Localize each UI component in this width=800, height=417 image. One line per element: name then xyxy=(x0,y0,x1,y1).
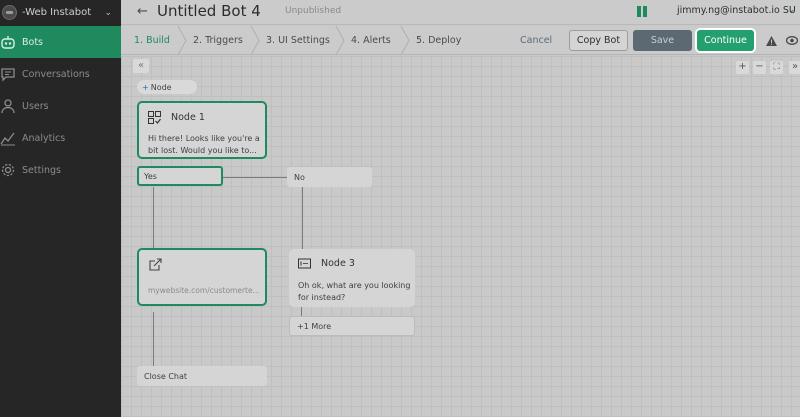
continue-button[interactable]: Continue xyxy=(697,30,754,51)
expand-panel-button[interactable]: » xyxy=(789,61,800,74)
close-chat-node[interactable]: Close Chat xyxy=(137,366,267,386)
add-node-label: Node xyxy=(150,82,172,92)
save-button[interactable]: Save xyxy=(633,30,692,51)
sidebar-item-bots[interactable]: Bots xyxy=(0,26,121,58)
add-node-button[interactable]: + Node xyxy=(137,80,197,94)
collapse-panel-button[interactable]: « xyxy=(133,59,149,73)
node-message-line: bit lost. Would you like to... xyxy=(148,146,257,155)
option-no[interactable]: No xyxy=(287,167,372,187)
step-separator-icon xyxy=(250,26,260,55)
node-header: Node 1 xyxy=(148,111,205,124)
user-menu[interactable]: jimmy.ng@instabot.io SU xyxy=(677,5,796,16)
page-title: Untitled Bot 4 xyxy=(157,2,261,20)
plus-icon: + xyxy=(142,82,149,92)
option-yes[interactable]: Yes xyxy=(137,166,223,186)
chat-icon xyxy=(0,65,17,83)
status-label: Unpublished xyxy=(285,6,342,16)
top-bar: ← Untitled Bot 4 Unpublished jimmy.ng@in… xyxy=(121,0,800,25)
sidebar-item-label: Bots xyxy=(22,36,44,48)
node-message: Oh ok, what are you looking for instead? xyxy=(298,280,410,304)
link-node[interactable]: mywebsite.com/customerte... xyxy=(137,248,267,306)
sidebar-item-label: Conversations xyxy=(22,68,90,80)
gear-icon xyxy=(0,161,17,179)
step-separator-icon xyxy=(335,26,345,55)
chevron-down-icon[interactable]: ⌄ xyxy=(788,5,796,15)
node-message-line: Hi there! Looks like you're a xyxy=(148,134,260,143)
workspace-name: -Web Instabot xyxy=(22,7,92,18)
steps-bar: 1. Build 2. Triggers 3. UI Settings 4. A… xyxy=(121,26,800,55)
warning-icon[interactable] xyxy=(766,36,777,46)
quick-reply-icon xyxy=(148,111,161,124)
flow-canvas[interactable]: « + Node + − ⛶ » Node 1 Hi there! Looks … xyxy=(121,56,800,417)
link-url: mywebsite.com/customerte... xyxy=(148,286,260,295)
workspace-logo-icon xyxy=(2,5,17,20)
text-input-icon xyxy=(298,258,311,269)
step-separator-icon xyxy=(177,26,187,55)
eye-icon[interactable] xyxy=(786,35,798,46)
sidebar-item-label: Users xyxy=(22,100,49,112)
book-icon[interactable] xyxy=(637,6,647,17)
fit-view-button[interactable]: ⛶ xyxy=(770,61,783,74)
connector-line xyxy=(223,177,287,178)
node-message-line: for instead? xyxy=(298,293,346,302)
node-title: Node 3 xyxy=(321,258,355,269)
copy-bot-button[interactable]: Copy Bot xyxy=(569,30,628,51)
step-ui-settings[interactable]: 3. UI Settings xyxy=(266,35,330,46)
node-header: Node 3 xyxy=(298,257,355,270)
connector-line xyxy=(153,187,154,248)
node-1[interactable]: Node 1 Hi there! Looks like you're a bit… xyxy=(137,101,267,159)
sidebar-item-analytics[interactable]: Analytics xyxy=(0,122,121,154)
connector-line xyxy=(153,312,154,366)
sidebar-item-settings[interactable]: Settings xyxy=(0,154,121,186)
chevron-down-icon[interactable]: ⌄ xyxy=(104,8,112,18)
sidebar-item-label: Settings xyxy=(22,164,61,176)
node-title: Node 1 xyxy=(171,112,205,123)
sidebar-item-users[interactable]: Users xyxy=(0,90,121,122)
step-alerts[interactable]: 4. Alerts xyxy=(351,35,391,46)
connector-line xyxy=(301,307,302,316)
zoom-in-button[interactable]: + xyxy=(736,61,749,74)
node-message-line: Oh ok, what are you looking xyxy=(298,281,411,290)
step-triggers[interactable]: 2. Triggers xyxy=(193,35,243,46)
step-deploy[interactable]: 5. Deploy xyxy=(416,35,461,46)
sidebar-item-label: Analytics xyxy=(22,132,66,144)
more-options-button[interactable]: +1 More xyxy=(289,316,415,336)
step-separator-icon xyxy=(400,26,410,55)
cancel-button[interactable]: Cancel xyxy=(520,35,552,46)
node-message: Hi there! Looks like you're a bit lost. … xyxy=(148,133,260,157)
sidebar: -Web Instabot ⌄ Bots Conversations Users… xyxy=(0,0,121,417)
connector-line xyxy=(302,187,303,249)
step-build[interactable]: 1. Build xyxy=(134,35,170,46)
user-icon xyxy=(0,97,17,115)
workspace-switcher[interactable]: -Web Instabot ⌄ xyxy=(0,0,121,25)
sidebar-item-conversations[interactable]: Conversations xyxy=(0,58,121,90)
zoom-out-button[interactable]: − xyxy=(753,61,766,74)
node-3[interactable]: Node 3 Oh ok, what are you looking for i… xyxy=(289,249,415,307)
chart-icon xyxy=(0,129,17,147)
robot-icon xyxy=(0,33,17,51)
back-arrow-icon[interactable]: ← xyxy=(137,4,148,19)
external-link-icon xyxy=(149,258,162,271)
